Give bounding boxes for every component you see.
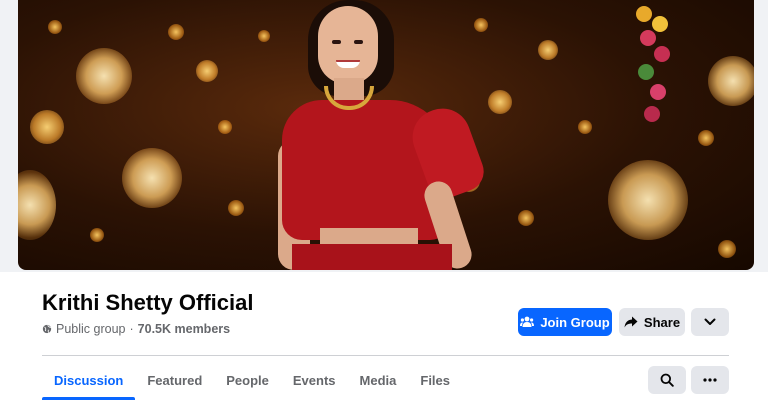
- bokeh-light: [48, 20, 62, 34]
- globe-icon: [42, 324, 52, 334]
- more-options-button[interactable]: [691, 366, 729, 394]
- bokeh-light: [168, 24, 184, 40]
- tab-people[interactable]: People: [214, 362, 281, 400]
- bokeh-light: [218, 120, 232, 134]
- group-title[interactable]: Krithi Shetty Official: [42, 290, 253, 316]
- bokeh-light: [122, 148, 182, 208]
- bokeh-light: [718, 240, 736, 258]
- bokeh-light: [538, 40, 558, 60]
- join-group-button[interactable]: Join Group: [518, 308, 612, 336]
- cover-photo[interactable]: [18, 0, 754, 270]
- chevron-down-icon: [704, 318, 716, 325]
- tab-discussion[interactable]: Discussion: [42, 362, 136, 400]
- group-people-icon: [520, 316, 535, 327]
- bokeh-light: [708, 56, 754, 106]
- join-group-label: Join Group: [540, 314, 610, 330]
- expand-actions-button[interactable]: [691, 308, 729, 336]
- search-button[interactable]: [648, 366, 686, 394]
- group-tabs: Discussion Featured People Events Media …: [42, 362, 462, 400]
- bokeh-light: [76, 48, 132, 104]
- share-button[interactable]: Share: [619, 308, 685, 336]
- more-dots-icon: [703, 378, 717, 382]
- bokeh-light: [228, 200, 244, 216]
- tab-media[interactable]: Media: [348, 362, 409, 400]
- bokeh-light: [18, 170, 56, 240]
- flower-garland: [630, 0, 678, 130]
- bokeh-light: [578, 120, 592, 134]
- tab-events[interactable]: Events: [281, 362, 348, 400]
- search-icon: [660, 373, 674, 387]
- share-label: Share: [643, 314, 681, 330]
- share-arrow-icon: [624, 316, 638, 328]
- cover-person: [268, 0, 508, 270]
- tab-featured[interactable]: Featured: [135, 362, 214, 400]
- member-count[interactable]: 70.5K members: [138, 322, 230, 336]
- tab-files[interactable]: Files: [408, 362, 462, 400]
- bokeh-light: [30, 110, 64, 144]
- divider: [42, 355, 729, 356]
- privacy-label[interactable]: Public group: [56, 322, 126, 336]
- bokeh-light: [698, 130, 714, 146]
- bokeh-light: [518, 210, 534, 226]
- group-meta: Public group · 70.5K members: [42, 322, 230, 336]
- bokeh-light: [608, 160, 688, 240]
- bokeh-light: [90, 228, 104, 242]
- meta-separator: ·: [129, 322, 134, 336]
- bokeh-light: [196, 60, 218, 82]
